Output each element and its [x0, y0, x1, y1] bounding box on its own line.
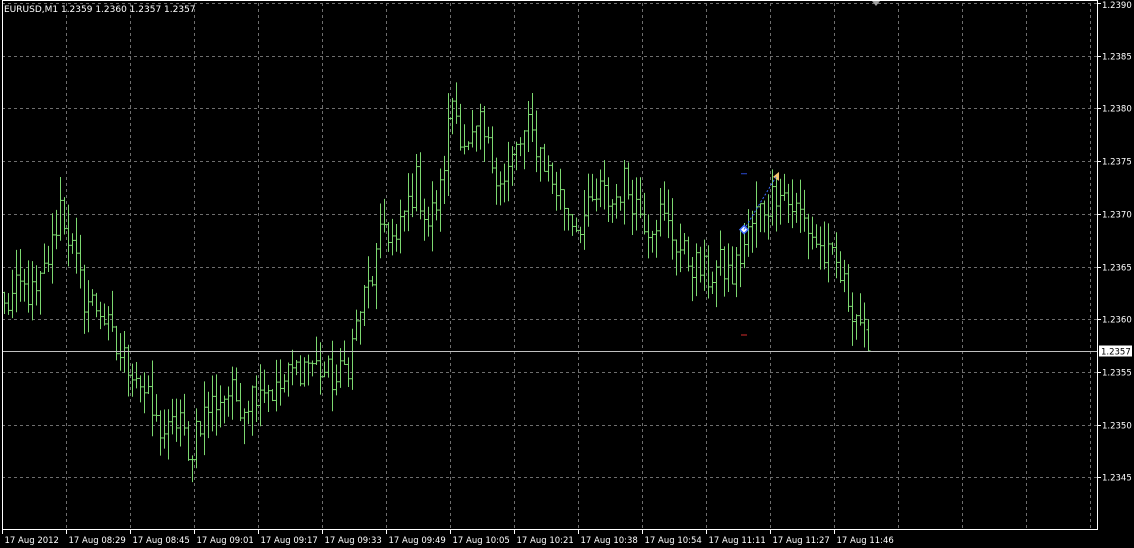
- current-price-value: 1.2357: [1101, 348, 1131, 358]
- x-tick-label: 17 Aug 10:21: [517, 536, 574, 546]
- x-tick-label: 17 Aug 10:54: [645, 536, 702, 546]
- y-tick-label: 1.2360: [1102, 316, 1132, 326]
- y-tick-label: 1.2355: [1102, 369, 1132, 379]
- x-tick-label: 17 Aug 10:05: [453, 536, 510, 546]
- x-tick-label: 17 Aug 2012: [5, 536, 59, 546]
- x-tick-label: 17 Aug 09:01: [197, 536, 254, 546]
- x-tick-label: 17 Aug 09:49: [389, 536, 446, 546]
- y-tick-label: 1.2380: [1102, 105, 1132, 115]
- x-tick-label: 17 Aug 11:11: [709, 536, 766, 546]
- x-tick-label: 17 Aug 11:46: [837, 536, 894, 546]
- price-chart[interactable]: 1.2390 1.2385 1.2380 1.2375 1.2370 1.2365 1.23…: [0, 0, 1134, 548]
- y-tick-label: 1.2345: [1102, 474, 1132, 484]
- y-tick-label: 1.2370: [1102, 211, 1132, 221]
- x-tick-label: 17 Aug 09:17: [261, 536, 318, 546]
- y-tick-label: 1.2365: [1102, 264, 1132, 274]
- x-tick-label: 17 Aug 08:29: [69, 536, 126, 546]
- x-tick-label: 17 Aug 11:27: [773, 536, 830, 546]
- x-tick-label: 17 Aug 10:38: [581, 536, 638, 546]
- y-tick-label: 1.2350: [1102, 422, 1132, 432]
- y-tick-label: 1.2375: [1102, 158, 1132, 168]
- chart-title: EURUSD,M1 1.2359 1.2360 1.2357 1.2357: [4, 5, 196, 15]
- chart-background: [0, 0, 1134, 548]
- current-price-label: 1.2357: [1099, 345, 1132, 358]
- x-tick-label: 17 Aug 09:33: [325, 536, 382, 546]
- x-tick-label: 17 Aug 08:45: [133, 536, 190, 546]
- y-tick-label: 1.2385: [1102, 53, 1132, 63]
- y-tick-label: 1.2390: [1102, 1, 1132, 11]
- price-axis-background: [1097, 0, 1134, 548]
